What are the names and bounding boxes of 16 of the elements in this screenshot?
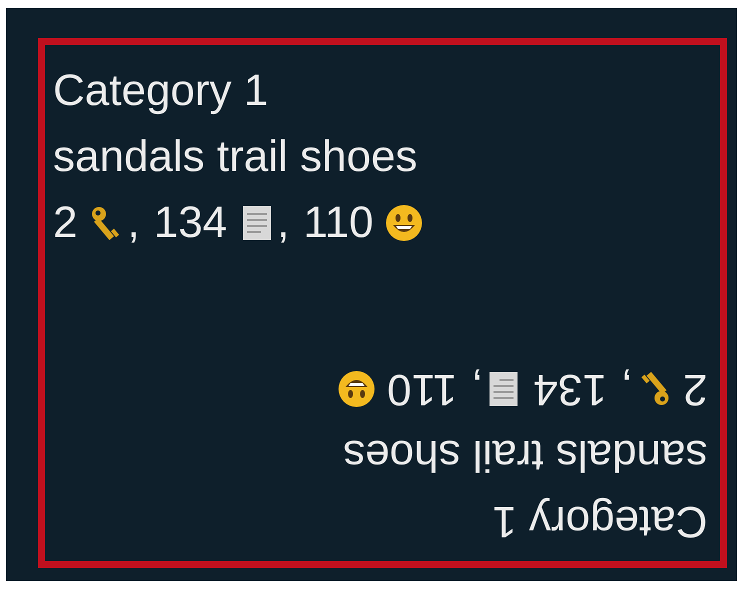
keywords-text: sandals trail shoes	[53, 131, 418, 183]
count-text: 134	[534, 364, 608, 415]
count-text: 134	[154, 197, 228, 249]
keywords-text: sandals trail shoes	[344, 430, 708, 481]
count-text: 2	[53, 197, 78, 249]
separator-text: ,	[621, 364, 634, 415]
separator-text: ,	[127, 197, 140, 249]
count-text: 110	[387, 364, 458, 415]
count-text: 110	[303, 197, 374, 249]
category-title: Category 1	[53, 65, 268, 117]
smiley-icon	[384, 203, 424, 243]
category-title: Category 1	[492, 496, 708, 547]
smiley-icon	[337, 369, 378, 409]
separator-text: ,	[472, 364, 484, 415]
separator-text: ,	[277, 197, 290, 249]
count-text: 2	[684, 364, 708, 415]
